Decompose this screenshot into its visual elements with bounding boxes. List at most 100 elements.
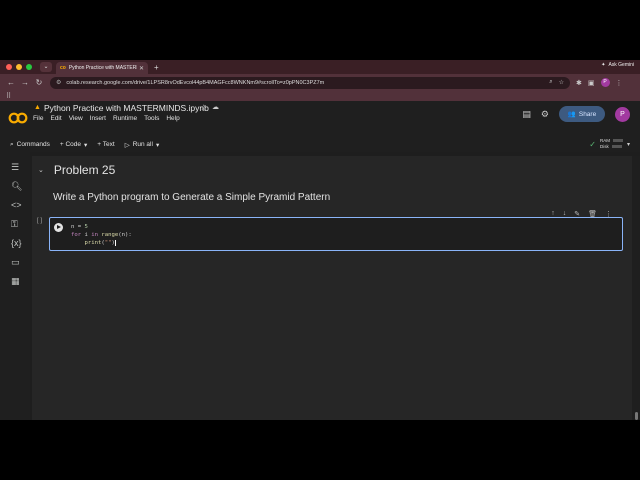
colab-logo-icon[interactable] <box>8 112 28 124</box>
add-text-button[interactable]: + Text <box>97 141 114 148</box>
sidepanel-icon[interactable]: ▣ <box>588 79 595 87</box>
menu-help[interactable]: Help <box>166 115 179 122</box>
code-token: : <box>128 232 132 238</box>
close-window-button[interactable] <box>6 64 12 70</box>
side-rail: ☰ 🔍︎ <> ⚿ {x} ▭ ▦ <box>0 152 30 420</box>
terminal-icon[interactable]: ▦ <box>11 276 20 287</box>
problem-description: Write a Python program to Generate a Sim… <box>53 192 331 203</box>
menu-file[interactable]: File <box>33 115 43 122</box>
tab-search-icon[interactable]: ⌄ <box>40 62 52 72</box>
tab-close-icon[interactable]: ✕ <box>139 65 144 72</box>
menu-bar: File Edit View Insert Runtime Tools Help <box>33 115 180 122</box>
run-all-label: Run all <box>132 141 153 148</box>
ram-label: RAM <box>599 138 610 143</box>
gemini-icon: ✦ <box>601 62 606 68</box>
apps-grid-icon[interactable]: ⠿ <box>6 92 11 100</box>
drive-icon[interactable]: ▲ <box>34 104 41 111</box>
share-label: Share <box>578 110 597 118</box>
connected-check-icon: ✓ <box>589 139 596 149</box>
url-text: colab.research.google.com/drive/1LPSR8rv… <box>66 79 325 86</box>
add-text-label: + Text <box>97 141 115 148</box>
cell-bracket: [ ] <box>37 218 43 224</box>
site-info-icon[interactable]: ⚙ <box>56 79 61 86</box>
browser-window: ⌄ co Python Practice with MASTERMINDS ✕ … <box>0 60 640 420</box>
code-line: for i in range(n): <box>71 231 132 239</box>
user-avatar[interactable]: P <box>615 106 630 122</box>
section-header: ⌄ Problem 25 <box>38 163 115 177</box>
header-actions: ▤ ⚙ 👥 Share P <box>522 106 630 122</box>
notebook-area: ⌄ Problem 25 Write a Python program to G… <box>32 156 632 420</box>
find-replace-icon[interactable]: 🔍︎ <box>11 181 22 192</box>
menu-insert[interactable]: Insert <box>90 115 106 122</box>
star-notebook-icon[interactable]: ☆ <box>200 103 207 112</box>
ram-bar <box>612 139 623 143</box>
tab-strip: ⌄ co Python Practice with MASTERMINDS ✕ … <box>0 60 640 74</box>
bookmarks-bar: ⠿ <box>0 91 640 101</box>
play-icon: ▷ <box>124 141 130 149</box>
run-all-button[interactable]: ▷ Run all ▾ <box>125 141 160 149</box>
scroll-thumb[interactable] <box>635 412 638 420</box>
code-function: range <box>101 232 119 238</box>
code-snippets-icon[interactable]: <> <box>11 200 22 210</box>
disk-label: Disk <box>599 144 609 149</box>
chevron-down-icon[interactable]: ▾ <box>627 141 630 148</box>
code-editor[interactable]: n = 5 for i in range(n): print("") <box>71 223 132 247</box>
settings-gear-icon[interactable]: ⚙ <box>541 109 549 120</box>
variables-icon[interactable]: {x} <box>11 238 22 248</box>
ask-gemini-button[interactable]: ✦ Ask Gemini <box>601 62 634 68</box>
reload-icon[interactable]: ↻ <box>32 78 46 87</box>
secrets-key-icon[interactable]: ⚿ <box>11 219 18 230</box>
minimize-window-button[interactable] <box>16 64 22 70</box>
scrollbar[interactable] <box>632 156 640 420</box>
search-icon: ⌕ <box>10 140 14 148</box>
code-keyword: in <box>91 232 98 238</box>
section-title: Problem 25 <box>53 163 116 177</box>
navigation-bar: ← → ↻ ⚙ colab.research.google.com/drive/… <box>0 74 640 91</box>
bookmark-star-icon[interactable]: ☆ <box>559 79 564 86</box>
run-cell-icon[interactable] <box>54 223 63 232</box>
menu-view[interactable]: View <box>69 115 83 122</box>
code-cell[interactable]: n = 5 for i in range(n): print("") <box>49 217 623 251</box>
notebook-title[interactable]: Python Practice with MASTERMINDS.ipynb <box>44 103 209 113</box>
menu-edit[interactable]: Edit <box>50 115 61 122</box>
browser-profile-avatar[interactable]: P <box>600 78 610 87</box>
notebook-toolbar: ⌕ Commands + Code ▾ + Text ▷ Run all ▾ ✓… <box>0 137 640 152</box>
back-icon[interactable]: ← <box>4 78 18 87</box>
code-number: 5 <box>84 224 88 230</box>
resource-labels: RAM Disk <box>600 138 623 150</box>
code-function: print <box>84 240 102 246</box>
disk-bar <box>611 145 622 149</box>
window-controls <box>6 64 32 70</box>
maximize-window-button[interactable] <box>26 64 32 70</box>
browser-menu-icon[interactable]: ⋮ <box>616 79 623 87</box>
resources-indicator[interactable]: ✓ RAM Disk ▾ <box>589 138 630 150</box>
commands-button[interactable]: ⌕ Commands <box>10 141 50 149</box>
commands-label: Commands <box>16 141 50 148</box>
text-cursor <box>114 239 116 246</box>
new-tab-icon[interactable]: + <box>154 63 159 72</box>
share-people-icon: 👥 <box>567 111 576 118</box>
menu-tools[interactable]: Tools <box>144 115 159 122</box>
browser-tab[interactable]: co Python Practice with MASTERMINDS ✕ <box>56 62 148 74</box>
add-code-label: + Code <box>59 141 82 148</box>
share-button[interactable]: 👥 Share <box>559 106 605 122</box>
colab-header: ▲ Python Practice with MASTERMINDS.ipynb… <box>0 101 640 137</box>
table-of-contents-icon[interactable]: ☰ <box>11 162 19 173</box>
address-bar[interactable]: ⚙ colab.research.google.com/drive/1LPSR8… <box>50 76 570 89</box>
extensions-icon[interactable]: ✱ <box>576 79 582 87</box>
code-keyword: for <box>71 232 82 238</box>
collapse-chevron-icon[interactable]: ⌄ <box>38 166 44 174</box>
chevron-down-icon[interactable]: ▾ <box>156 141 159 149</box>
zoom-icon[interactable]: ⌕ <box>549 79 552 86</box>
menu-runtime[interactable]: Runtime <box>113 115 137 122</box>
forward-icon[interactable]: → <box>18 78 32 87</box>
add-code-button[interactable]: + Code ▾ <box>60 141 87 149</box>
chevron-down-icon: ▾ <box>84 141 88 149</box>
ask-gemini-label: Ask Gemini <box>608 62 634 68</box>
tab-title: Python Practice with MASTERMINDS <box>68 65 137 71</box>
cloud-saved-icon[interactable]: ☁ <box>212 103 219 111</box>
files-folder-icon[interactable]: ▭ <box>11 257 20 268</box>
code-line: print("") <box>71 239 132 247</box>
comment-icon[interactable]: ▤ <box>522 109 531 120</box>
